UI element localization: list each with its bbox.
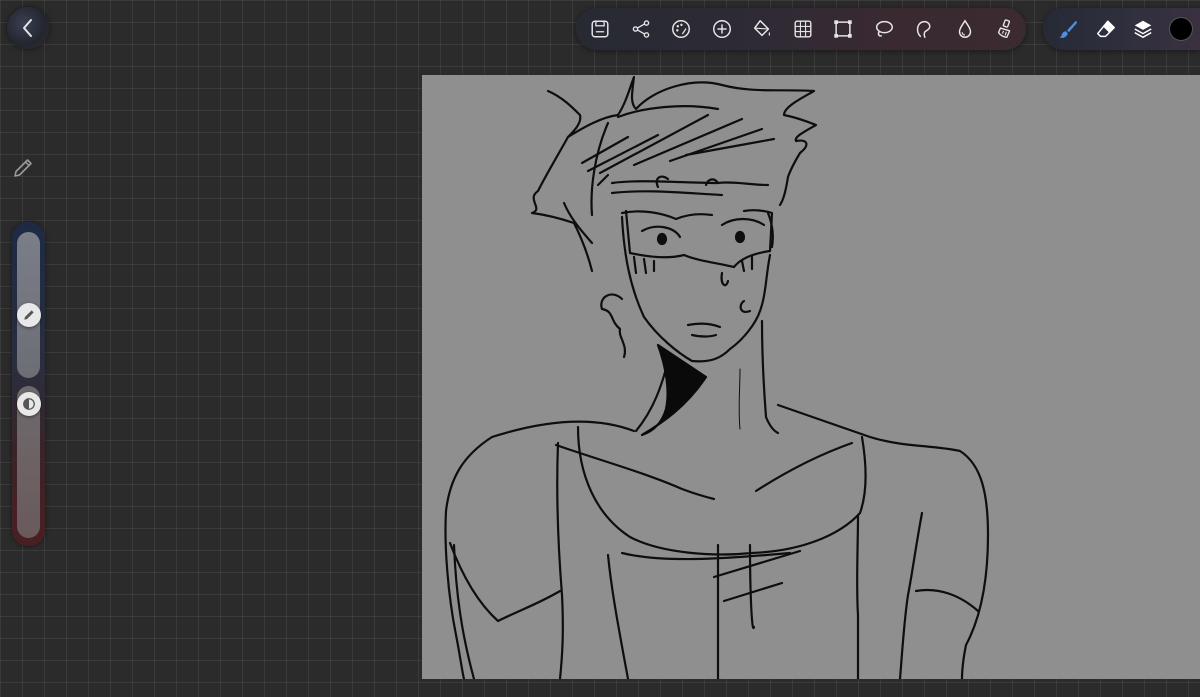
current-color-swatch: [1169, 17, 1194, 41]
fill-button[interactable]: [742, 9, 783, 49]
clean-button[interactable]: [985, 9, 1026, 49]
brush-clean-icon: [994, 18, 1016, 40]
layers-icon: [1132, 18, 1154, 40]
transform-button[interactable]: [823, 9, 864, 49]
grid-button[interactable]: [783, 9, 824, 49]
modify-button[interactable]: [10, 155, 36, 181]
contrast-icon: [22, 397, 36, 411]
chevron-left-icon: [19, 17, 37, 39]
share-icon: [630, 18, 652, 40]
palette-icon: [670, 18, 692, 40]
pencil-icon: [11, 156, 35, 180]
lasso-button[interactable]: [864, 9, 905, 49]
droplet-icon: [954, 18, 976, 40]
drawing-canvas[interactable]: [422, 75, 1200, 679]
smudge-button[interactable]: [904, 9, 945, 49]
opacity-knob[interactable]: [16, 392, 41, 416]
color-button[interactable]: [1162, 9, 1200, 49]
plus-circle-icon: [711, 18, 733, 40]
paint-bucket-icon: [751, 18, 773, 40]
side-panel: [12, 222, 45, 546]
add-button[interactable]: [702, 9, 743, 49]
brush-size-slider[interactable]: [16, 232, 41, 378]
brush-toolbar: [1043, 8, 1200, 50]
brush-button[interactable]: [1049, 9, 1087, 49]
brush-size-knob[interactable]: [16, 303, 41, 327]
main-toolbar: [576, 8, 1026, 50]
pencil-icon: [22, 308, 36, 322]
adjustments-button[interactable]: [661, 9, 702, 49]
eraser-button[interactable]: [1087, 9, 1125, 49]
opacity-slider[interactable]: [16, 386, 41, 538]
transform-icon: [832, 18, 854, 40]
eraser-icon: [1095, 18, 1117, 40]
back-button[interactable]: [7, 7, 49, 49]
brush-icon: [1057, 18, 1079, 40]
save-button[interactable]: [580, 9, 621, 49]
grid-icon: [792, 18, 814, 40]
blur-button[interactable]: [945, 9, 986, 49]
lasso-icon: [873, 18, 895, 40]
save-icon: [589, 18, 611, 40]
smudge-icon: [913, 18, 935, 40]
layers-button[interactable]: [1125, 9, 1163, 49]
sketch-drawing: [444, 75, 990, 679]
share-button[interactable]: [621, 9, 662, 49]
